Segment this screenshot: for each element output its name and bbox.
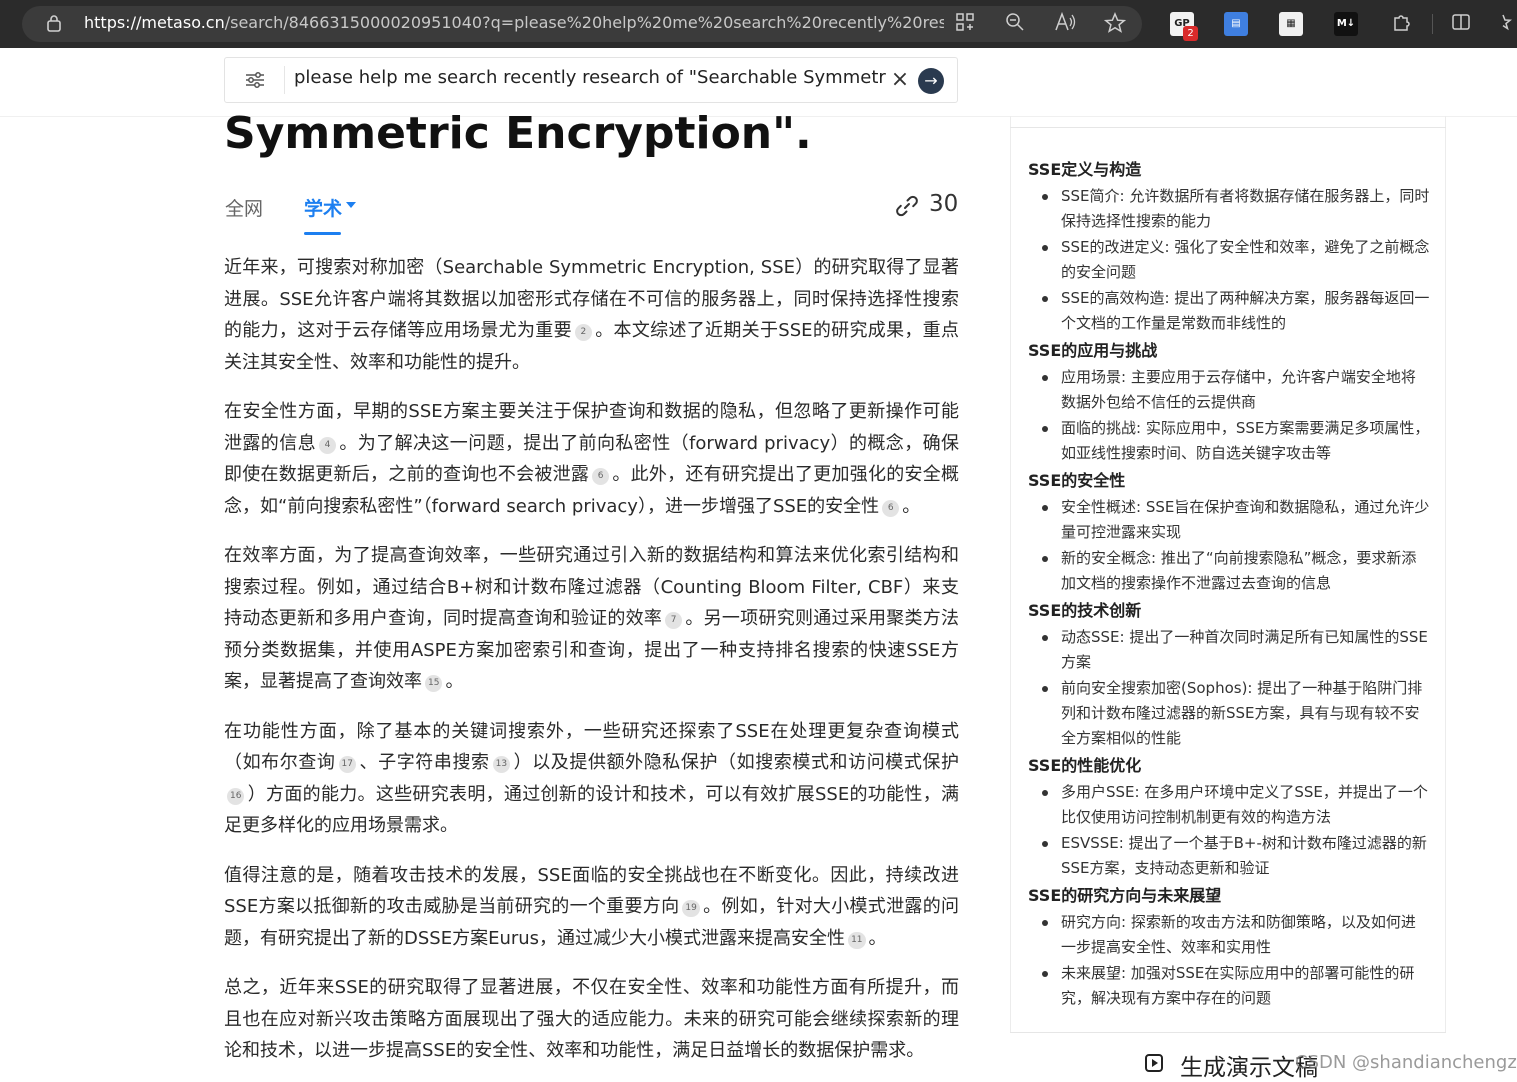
outline-item: 研究方向: 探索新的攻击方法和防御策略，以及如何进一步提高安全性、效率和实用性: [1028, 910, 1430, 960]
article-paragraph: 在效率方面，为了提高查询效率，一些研究通过引入新的数据结构和算法来优化索引结构和…: [224, 540, 959, 698]
article-text: 。: [868, 927, 887, 949]
citation-badge[interactable]: 6: [592, 468, 610, 485]
tab-all-web[interactable]: 全网: [225, 194, 263, 221]
favorites-bar-icon[interactable]: [1497, 12, 1517, 36]
outline-item: SSE简介: 允许数据所有者将数据存储在服务器上，同时保持选择性搜索的能力: [1028, 184, 1430, 234]
citation-badge[interactable]: 6: [882, 499, 900, 517]
outline-section-title: SSE定义与构造: [1028, 160, 1142, 179]
article-text: ）方面的能力。这些研究表明，通过创新的设计和技术，可以有效扩展SSE的功能性，满…: [224, 783, 959, 837]
zoom-out-icon[interactable]: [1003, 12, 1027, 36]
search-divider: [284, 66, 285, 94]
extension-qr-icon[interactable]: ▦: [1279, 12, 1303, 36]
filter-settings-icon[interactable]: [244, 70, 266, 90]
outline-list: 多用户SSE: 在多用户环境中定义了SSE，并提出了一个比仅使用访问控制机制更有…: [1028, 780, 1430, 881]
lock-icon[interactable]: [46, 14, 62, 32]
outline-section-title: SSE的应用与挑战: [1028, 341, 1158, 360]
extension-badge: 2: [1183, 26, 1198, 41]
article-paragraph: 在功能性方面，除了基本的关键词搜索外，一些研究还探索了SSE在处理更复杂查询模式…: [224, 716, 959, 842]
outline-list: SSE简介: 允许数据所有者将数据存储在服务器上，同时保持选择性搜索的能力 SSE…: [1028, 184, 1430, 336]
outline-list: 安全性概述: SSE旨在保护查询和数据隐私，通过允许少量可控泄露来实现 新的安全概…: [1028, 495, 1430, 596]
answer-article: 近年来，可搜索对称加密（Searchable Symmetric Encrypt…: [224, 252, 959, 1082]
tab-academic[interactable]: 学术: [304, 194, 342, 221]
extensions-puzzle-icon[interactable]: [1389, 12, 1413, 36]
page-title: Symmetric Encryption".: [224, 108, 812, 159]
play-presentation-icon[interactable]: [1144, 1053, 1164, 1073]
source-count[interactable]: 30: [929, 191, 958, 217]
watermark-text: CSDN @shandianchengzi: [1295, 1052, 1517, 1073]
panel-divider-top: [1010, 127, 1446, 128]
citation-badge[interactable]: 13: [492, 756, 511, 773]
split-screen-icon[interactable]: [1449, 12, 1473, 36]
extension-markdown-icon[interactable]: M↓: [1334, 12, 1358, 36]
article-paragraph: 近年来，可搜索对称加密（Searchable Symmetric Encrypt…: [224, 252, 959, 378]
toolbar-divider: [1432, 14, 1433, 34]
outline-item: 新的安全概念: 推出了“向前搜索隐私”概念，要求新添加文档的搜索操作不泄露过去查…: [1028, 546, 1430, 596]
outline-section-title: SSE的性能优化: [1028, 756, 1142, 775]
clear-search-icon[interactable]: ×: [890, 69, 910, 91]
article-text: ）以及提供额外隐私保护（如搜索模式和访问模式保护: [513, 752, 960, 773]
article-paragraph: 在安全性方面，早期的SSE方案主要关注于保护查询和数据的隐私，但忽略了更新操作可…: [224, 396, 959, 522]
citation-badge[interactable]: 17: [338, 756, 356, 773]
outline-item: SSE的改进定义: 强化了安全性和效率，避免了之前概念的安全问题: [1028, 235, 1430, 285]
citation-badge[interactable]: 2: [574, 324, 592, 341]
outline-item: 面临的挑战: 实际应用中，SSE方案需要满足多项属性，如亚线性搜索时间、防自选关…: [1028, 416, 1430, 466]
citation-badge[interactable]: 7: [665, 612, 683, 629]
citation-badge[interactable]: 16: [227, 787, 245, 805]
citation-badge[interactable]: 15: [425, 675, 443, 692]
outline-item: 动态SSE: 提出了一种首次同时满足所有已知属性的SSE方案: [1028, 625, 1430, 675]
outline-item: 应用场景: 主要应用于云存储中，允许客户端安全地将数据外包给不信任的云提供商: [1028, 365, 1430, 415]
article-text: 总之，近年来SSE的研究取得了显著进展，不仅在安全性、效率和功能性方面有所提升，…: [224, 977, 959, 1061]
mind-map-outline: SSE定义与构造 SSE简介: 允许数据所有者将数据存储在服务器上，同时保持选择性…: [1028, 156, 1430, 1012]
citation-badge[interactable]: 19: [682, 900, 700, 917]
url-text[interactable]: https://metaso.cn/search/846631500002095…: [84, 13, 944, 32]
outline-item: 前向安全搜索加密(Sophos): 提出了一种基于陷阱门排列和计数布隆过滤器的新…: [1028, 676, 1430, 751]
article-paragraph: 值得注意的是，随着攻击技术的发展，SSE面临的安全挑战也在不断变化。因此，持续改…: [224, 860, 959, 955]
article-text: 、子字符串搜索: [358, 752, 490, 773]
submit-search-button[interactable]: →: [918, 68, 944, 94]
outline-item: ESVSSE: 提出了一个基于B+-树和计数布隆过滤器的新SSE方案，支持动态更…: [1028, 831, 1430, 881]
outline-item: SSE的高效构造: 提出了两种解决方案，服务器每返回一个文档的工作量是常数而非线…: [1028, 286, 1430, 336]
outline-item: 安全性概述: SSE旨在保护查询和数据隐私，通过允许少量可控泄露来实现: [1028, 495, 1430, 545]
search-input[interactable]: please help me search recently research …: [294, 67, 886, 93]
outline-section-title: SSE的研究方向与未来展望: [1028, 886, 1222, 905]
favorite-star-icon[interactable]: [1103, 12, 1127, 36]
extension-doc-icon[interactable]: ▤: [1224, 12, 1248, 36]
chevron-down-icon[interactable]: [346, 202, 356, 208]
citation-badge[interactable]: 4: [319, 436, 336, 454]
app-grid-icon[interactable]: [953, 12, 977, 36]
browser-toolbar: https://metaso.cn/search/846631500002095…: [0, 0, 1517, 48]
article-text: 。: [902, 495, 921, 517]
outline-list: 动态SSE: 提出了一种首次同时满足所有已知属性的SSE方案 前向安全搜索加密(S…: [1028, 625, 1430, 751]
article-paragraph: 总之，近年来SSE的研究取得了显著进展，不仅在安全性、效率和功能性方面有所提升，…: [224, 972, 959, 1067]
outline-list: 研究方向: 探索新的攻击方法和防御策略，以及如何进一步提高安全性、效率和实用性未…: [1028, 910, 1430, 1011]
outline-section-title: SSE的技术创新: [1028, 601, 1142, 620]
link-icon[interactable]: [894, 193, 920, 219]
read-aloud-icon[interactable]: [1053, 11, 1077, 36]
outline-item: 未来展望: 加强对SSE在实际应用中的部署可能性的研究，解决现有方案中存在的问题: [1028, 961, 1430, 1011]
panel-divider-bottom: [1010, 1032, 1446, 1033]
article-text: 。: [445, 671, 464, 692]
outline-item: 多用户SSE: 在多用户环境中定义了SSE，并提出了一个比仅使用访问控制机制更有…: [1028, 780, 1430, 830]
outline-section-title: SSE的安全性: [1028, 471, 1126, 490]
active-tab-indicator: [304, 232, 341, 235]
outline-list: 应用场景: 主要应用于云存储中，允许客户端安全地将数据外包给不信任的云提供商 面临…: [1028, 365, 1430, 466]
citation-badge[interactable]: 11: [848, 931, 866, 949]
